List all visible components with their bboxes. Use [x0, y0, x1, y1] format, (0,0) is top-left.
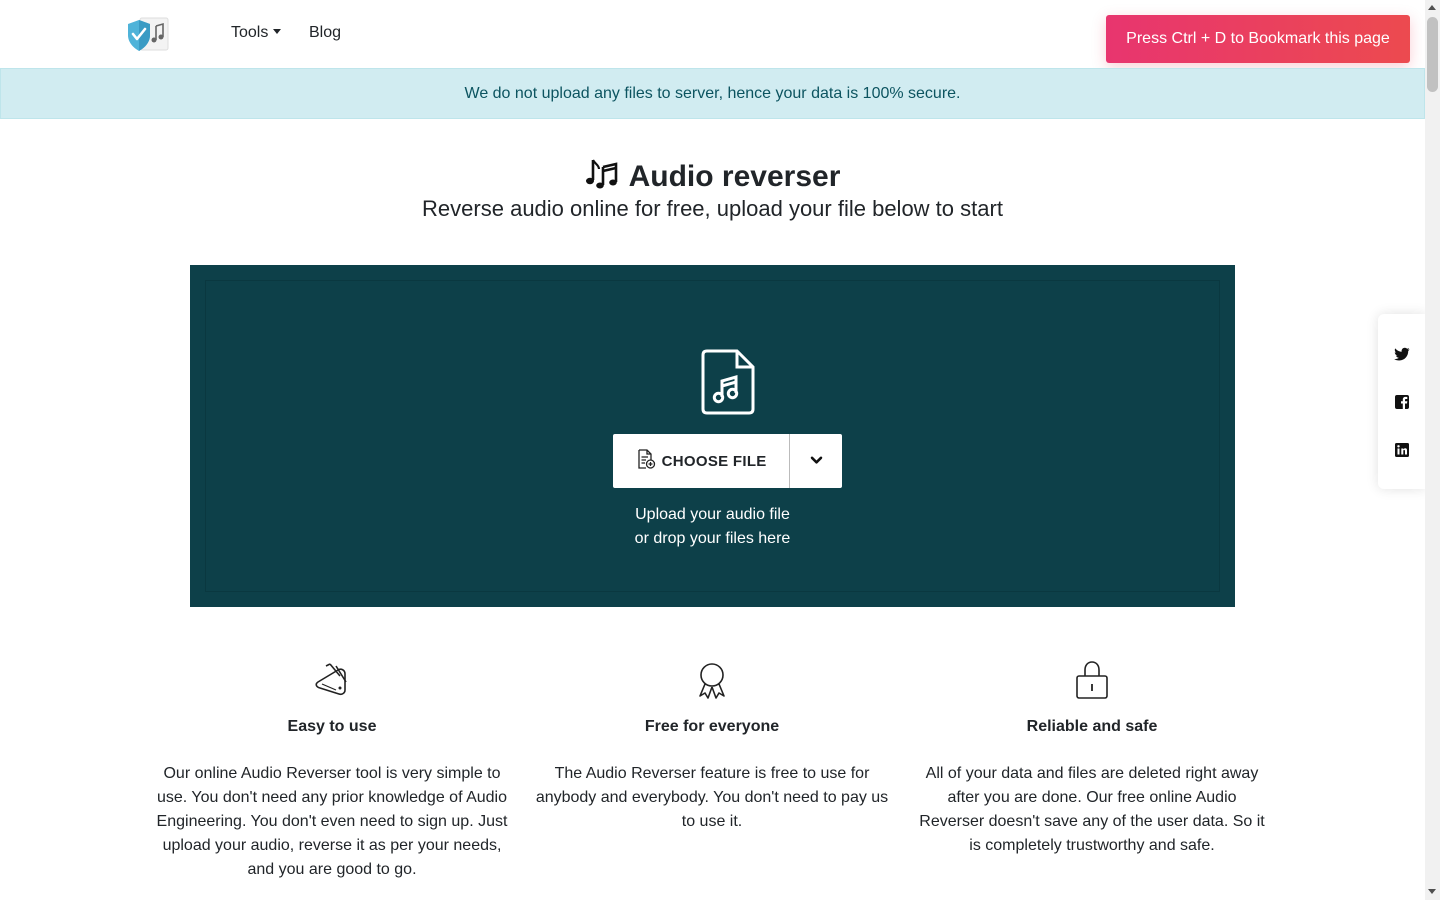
- feature-title: Reliable and safe: [1026, 718, 1158, 735]
- shield-music-logo-icon[interactable]: [126, 16, 170, 54]
- caret-down-icon: [273, 29, 282, 34]
- feature-free-for-everyone: Free for everyone The Audio Reverser fea…: [534, 660, 890, 834]
- page-title-text: Audio reverser: [628, 160, 841, 193]
- page: Tools Blog Press Ctrl + D to Bookmark th…: [0, 0, 1425, 900]
- upload-dropzone-inner: CHOOSE FILE Upload your audio file or dr…: [205, 280, 1220, 592]
- feature-description: Our online Audio Reverser tool is very s…: [156, 765, 508, 878]
- award-ribbon-icon: [699, 663, 725, 699]
- feature-title: Free for everyone: [644, 718, 780, 735]
- navbar: Tools Blog Press Ctrl + D to Bookmark th…: [0, 0, 1425, 68]
- twitter-icon[interactable]: [1394, 346, 1410, 362]
- choose-file-button[interactable]: CHOOSE FILE: [613, 434, 791, 488]
- swiss-knife-icon: [315, 663, 347, 696]
- feature-description: The Audio Reverser feature is free to us…: [535, 765, 889, 830]
- linkedin-icon[interactable]: [1394, 442, 1410, 458]
- scroll-down-arrow-icon[interactable]: [1428, 889, 1436, 894]
- page-subtitle: Reverse audio online for free, upload yo…: [422, 196, 1003, 221]
- music-notes-icon: [585, 156, 619, 198]
- security-alert: We do not upload any files to server, he…: [0, 68, 1425, 119]
- tools-menu-label: Tools: [231, 24, 269, 41]
- chevron-down-icon: [810, 452, 823, 470]
- page-header: Audio reverser: [0, 156, 1425, 198]
- feature-description: All of your data and files are deleted r…: [919, 765, 1265, 854]
- feature-title: Easy to use: [287, 718, 377, 735]
- tools-menu[interactable]: Tools: [231, 24, 282, 42]
- upload-instructions-line1: Upload your audio file: [635, 506, 790, 523]
- blog-link[interactable]: Blog: [309, 24, 341, 42]
- upload-dropzone[interactable]: CHOOSE FILE Upload your audio file or dr…: [190, 265, 1235, 607]
- upload-instructions-line2: or drop your files here: [634, 530, 791, 547]
- feature-easy-to-use: Easy to use Our online Audio Reverser to…: [154, 660, 510, 882]
- facebook-icon[interactable]: [1394, 394, 1410, 410]
- choose-file-group: CHOOSE FILE: [613, 434, 842, 488]
- feature-reliable-and-safe: Reliable and safe All of your data and f…: [914, 660, 1270, 858]
- lock-icon: [1076, 661, 1108, 699]
- page-title: Audio reverser: [585, 156, 841, 198]
- security-alert-text: We do not upload any files to server, he…: [464, 84, 961, 102]
- scrollbar-thumb[interactable]: [1427, 17, 1438, 92]
- scroll-up-arrow-icon[interactable]: [1428, 5, 1436, 10]
- share-sidebar: [1378, 314, 1425, 489]
- music-file-icon: [701, 349, 755, 415]
- bookmark-button[interactable]: Press Ctrl + D to Bookmark this page: [1106, 15, 1410, 63]
- add-file-icon: [636, 449, 656, 473]
- choose-file-label: CHOOSE FILE: [661, 452, 767, 470]
- upload-source-dropdown[interactable]: [790, 434, 842, 488]
- vertical-scrollbar[interactable]: [1425, 0, 1440, 900]
- upload-instructions: Upload your audio file or drop your file…: [206, 503, 1219, 551]
